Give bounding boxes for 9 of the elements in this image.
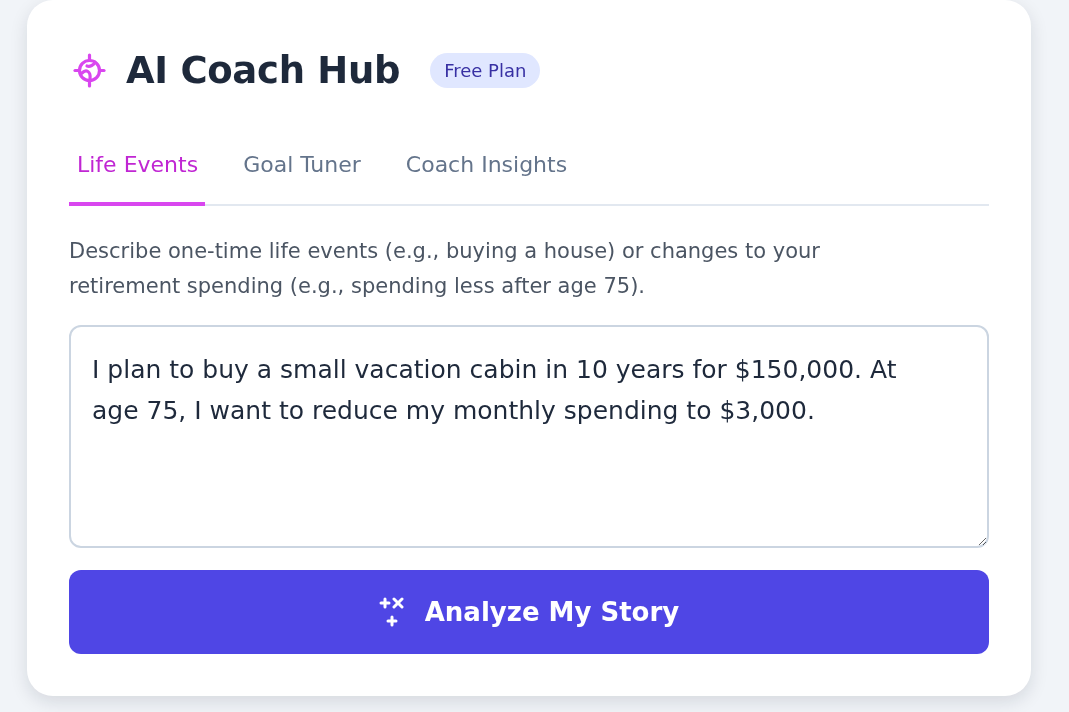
tab[interactable]: Coach Insights (397, 135, 575, 206)
crosshair-icon (73, 52, 106, 88)
tab[interactable]: Life Events (69, 135, 206, 206)
tab[interactable]: Goal Tuner (235, 135, 368, 206)
app-title: AI Coach Hub (126, 51, 401, 89)
analyze-button[interactable]: Analyze My Story (69, 570, 989, 654)
plan-badge: Free Plan (430, 52, 541, 88)
instructions-text: Describe one-time life events (e.g., buying a house) or changes to your retirement spending (e.g., spending less after age 75). (69, 238, 821, 300)
story-input-field[interactable]: I plan to buy a small vacation cabin in 10 years for $150,000. At age 75, I want to reduce my monthly spending to $3,000. (69, 325, 989, 548)
